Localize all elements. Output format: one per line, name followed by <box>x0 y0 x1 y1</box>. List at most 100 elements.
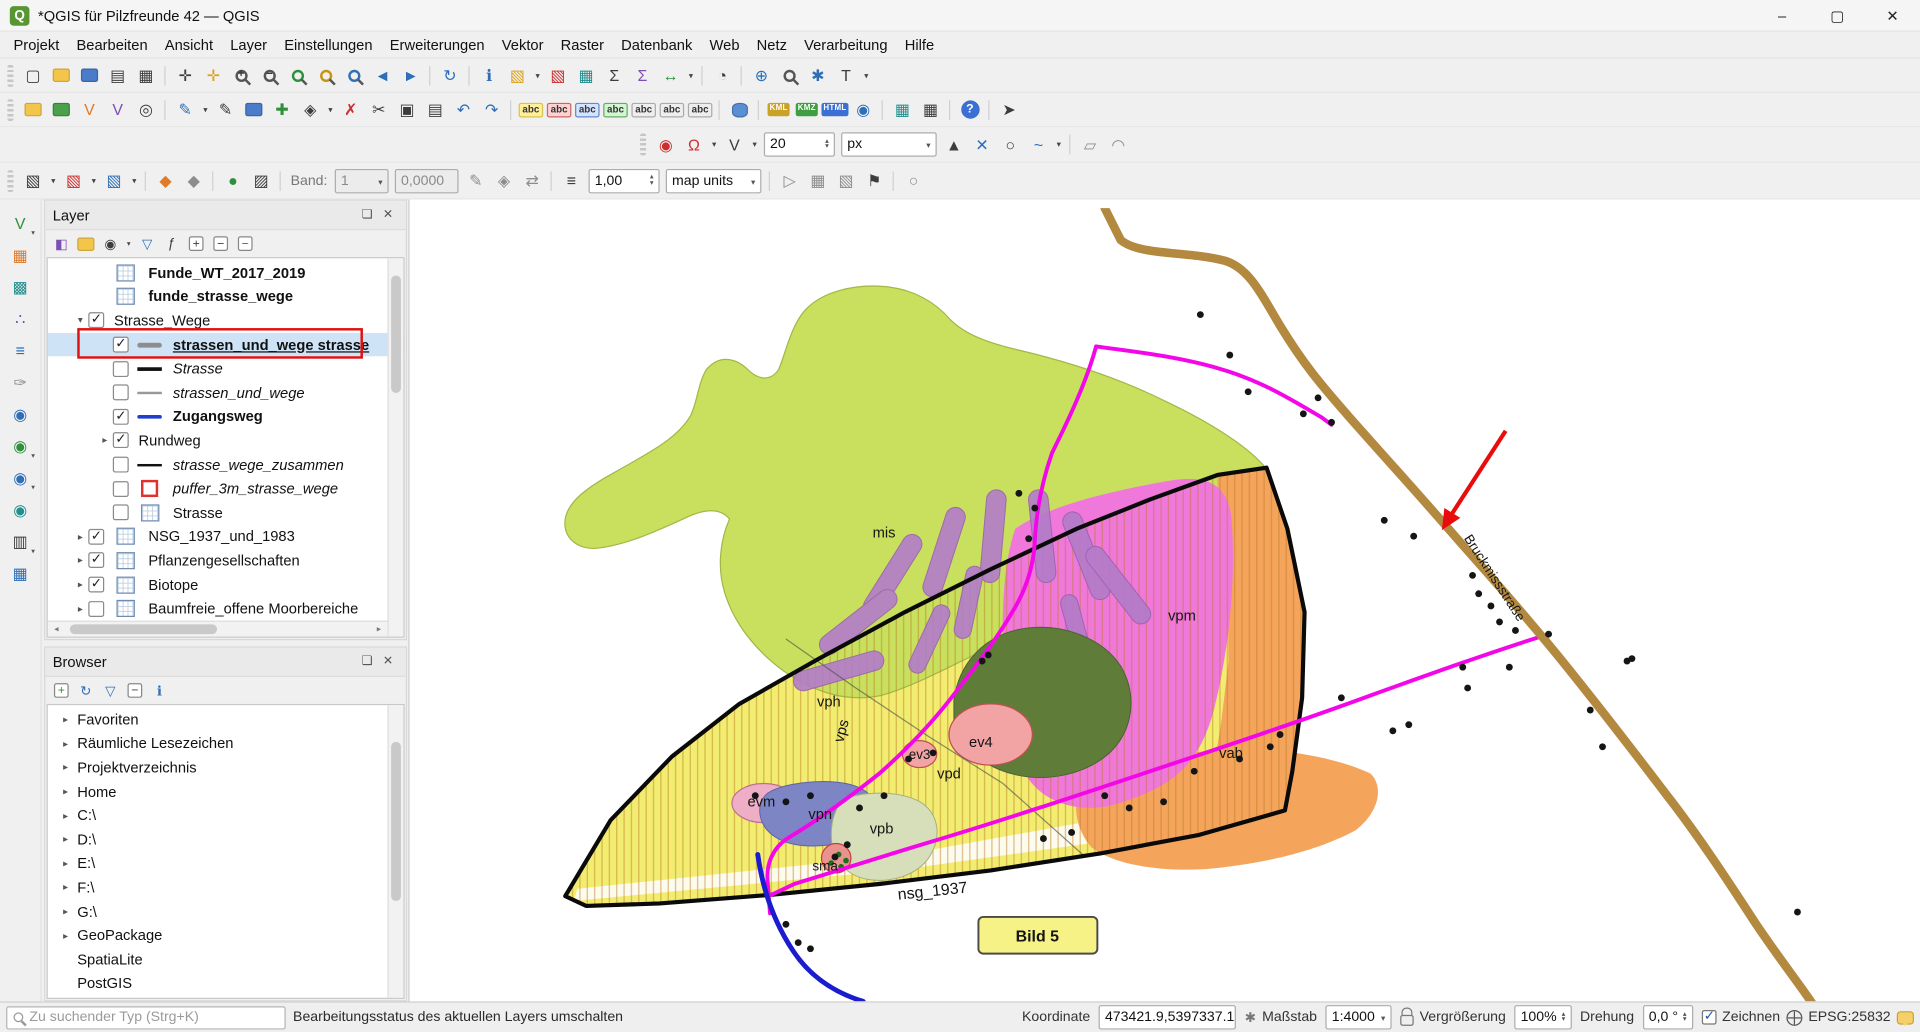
layer-tree-item[interactable]: funde_strasse_wege <box>48 285 404 309</box>
units-combo[interactable]: map units <box>666 168 762 192</box>
add-vector-layer-icon[interactable]: V <box>7 209 34 236</box>
layer-visibility-checkbox[interactable] <box>113 457 129 473</box>
pin-secondary-icon[interactable]: ◆ <box>180 167 207 194</box>
redo-icon[interactable]: ↷ <box>478 96 505 123</box>
messages-icon[interactable] <box>1897 1011 1914 1024</box>
paste-features-icon[interactable]: ▤ <box>422 96 449 123</box>
browser-tree[interactable]: ▸ Favoriten ▸ Räumliche Lesezeichen <box>47 704 405 999</box>
expander-icon[interactable]: ▸ <box>72 555 88 566</box>
layer-name[interactable]: Strasse <box>169 360 226 377</box>
browser-item[interactable]: SpatiaLite <box>48 947 404 971</box>
browser-item[interactable]: ▸ Räumliche Lesezeichen <box>48 732 404 756</box>
web-service-icon[interactable]: ◉ <box>850 96 877 123</box>
open-layer-styling-icon[interactable]: ◧ <box>50 233 72 255</box>
vertical-scrollbar[interactable] <box>387 705 403 998</box>
menu-item[interactable]: Projekt <box>5 32 68 56</box>
close-panel-icon[interactable]: ✕ <box>378 651 399 672</box>
expander-icon[interactable]: ▸ <box>58 930 74 941</box>
rotation-spin[interactable]: 0,0 ° <box>1643 1005 1693 1029</box>
stream-digitizing-icon[interactable]: ◉ <box>652 131 679 158</box>
manage-map-themes-icon[interactable]: ◉ <box>99 233 121 255</box>
scrollbar-thumb[interactable] <box>391 275 401 393</box>
deselect-features-icon[interactable]: ▧ <box>544 62 571 89</box>
add-mesh-layer-icon[interactable]: ▩ <box>7 273 34 300</box>
mesh-select-icon[interactable]: ◈ <box>491 167 518 194</box>
layer-visibility-checkbox[interactable] <box>88 553 104 569</box>
mesh-digitizing-icon[interactable]: ✎ <box>462 167 489 194</box>
identify-features-icon[interactable]: ℹ <box>476 62 503 89</box>
layer-tree-item[interactable]: ▸ Baumfreie_offene Moorbereiche <box>48 597 404 621</box>
toolbar-handle[interactable] <box>640 133 646 155</box>
browser-item[interactable]: ▸ Projektverzeichnis <box>48 756 404 780</box>
zoom-last-icon[interactable]: ◄ <box>369 62 396 89</box>
menu-item[interactable]: Netz <box>748 32 795 56</box>
kmz-export-icon[interactable]: KMZ <box>793 96 820 123</box>
crs-globe-icon[interactable] <box>1786 1009 1802 1025</box>
menu-item[interactable]: Raster <box>552 32 613 56</box>
layer-tree-item[interactable]: Zugangsweg <box>48 405 404 429</box>
width-spin[interactable]: 1,00 <box>589 168 660 192</box>
pointer-arrow-icon[interactable]: ➤ <box>996 96 1023 123</box>
select-form-icon[interactable]: ▧ <box>101 167 128 194</box>
layer-tree-item[interactable]: Strasse <box>48 501 404 525</box>
layer-tree-item[interactable]: strassen_und_wege <box>48 381 404 405</box>
close-panel-icon[interactable]: ✕ <box>378 204 399 225</box>
layer-visibility-checkbox[interactable] <box>113 481 129 497</box>
spinner-arrows-icon[interactable] <box>825 139 829 150</box>
close-button[interactable]: ✕ <box>1865 0 1920 31</box>
scale-combo[interactable]: 1:4000 <box>1326 1005 1392 1029</box>
browser-item-label[interactable]: Home <box>74 783 121 800</box>
mesh-circle-icon[interactable]: ○ <box>900 167 927 194</box>
browser-item[interactable]: ▸ Favoriten <box>48 708 404 732</box>
menu-item[interactable]: Ansicht <box>156 32 221 56</box>
refresh-map-icon[interactable]: ↻ <box>436 62 463 89</box>
menu-item[interactable]: Web <box>701 32 748 56</box>
raster-stretch-icon[interactable]: ▨ <box>248 167 275 194</box>
snap-intersection-icon[interactable]: ✕ <box>969 131 996 158</box>
browser-properties-icon[interactable]: ℹ <box>148 679 170 701</box>
layer-name[interactable]: puffer_3m_strasse_wege <box>169 480 342 497</box>
minimize-button[interactable]: – <box>1755 0 1810 31</box>
crs-value[interactable]: EPSG:25832 <box>1808 1010 1890 1025</box>
georeferencer-icon[interactable]: ◎ <box>132 96 159 123</box>
browser-item-label[interactable]: E:\ <box>74 855 99 872</box>
layer-visibility-checkbox[interactable] <box>113 409 129 425</box>
menu-item[interactable]: Verarbeitung <box>796 32 897 56</box>
mesh-transform-icon[interactable]: ⇄ <box>519 167 546 194</box>
add-group-icon[interactable] <box>75 233 97 255</box>
layer-visibility-checkbox[interactable] <box>113 337 129 353</box>
layer-visibility-checkbox[interactable] <box>113 361 129 377</box>
processing-toolbox-icon[interactable]: ✱ <box>804 62 831 89</box>
add-wcs-layer-icon[interactable]: ◉ <box>7 496 34 523</box>
layer-visibility-checkbox[interactable] <box>88 577 104 593</box>
browser-item[interactable]: ▸ C:\ <box>48 804 404 828</box>
add-postgis-icon[interactable]: ◉ <box>7 400 34 427</box>
menu-item[interactable]: Datenbank <box>613 32 701 56</box>
browser-item-label[interactable]: Projektverzeichnis <box>74 759 201 776</box>
spinner-arrows-icon[interactable] <box>1562 1012 1566 1023</box>
expander-icon[interactable]: ▸ <box>58 762 74 773</box>
scrollbar-thumb[interactable] <box>70 624 217 634</box>
zoom-full-icon[interactable] <box>284 62 311 89</box>
map-canvas[interactable]: mis vph vps vpm ev3 ev4 vpd evm vpn vpb … <box>414 208 1920 1001</box>
layer-name[interactable]: Strasse <box>169 504 226 521</box>
grid-options-icon[interactable]: ▦ <box>804 167 831 194</box>
attributes-grid-icon[interactable]: ▦ <box>889 96 916 123</box>
scroll-left-icon[interactable] <box>48 621 65 637</box>
layout-grid-icon[interactable]: ▦ <box>917 96 944 123</box>
maximize-button[interactable]: ▢ <box>1810 0 1865 31</box>
expander-icon[interactable]: ▸ <box>58 858 74 869</box>
zoom-to-layer-icon[interactable] <box>341 62 368 89</box>
highlight-labels-icon[interactable]: abc <box>602 96 629 123</box>
snap-mode-vertex-icon[interactable]: V <box>721 131 748 158</box>
layer-name[interactable]: Baumfreie_offene Moorbereiche <box>145 600 362 617</box>
browser-item-label[interactable]: Räumliche Lesezeichen <box>74 735 238 752</box>
vertex-tool-icon[interactable]: ◈ <box>297 96 324 123</box>
select-rectangle-icon[interactable]: ▧ <box>20 167 47 194</box>
text-annotation-icon[interactable]: T <box>833 62 860 89</box>
project-new-icon[interactable]: ▢ <box>20 62 47 89</box>
mesh-force-icon[interactable]: ▷ <box>776 167 803 194</box>
snapping-toggle-icon[interactable]: Ω <box>680 131 707 158</box>
field-calculator-icon[interactable]: Σ <box>601 62 628 89</box>
browser-item-label[interactable]: SpatiaLite <box>74 951 147 968</box>
